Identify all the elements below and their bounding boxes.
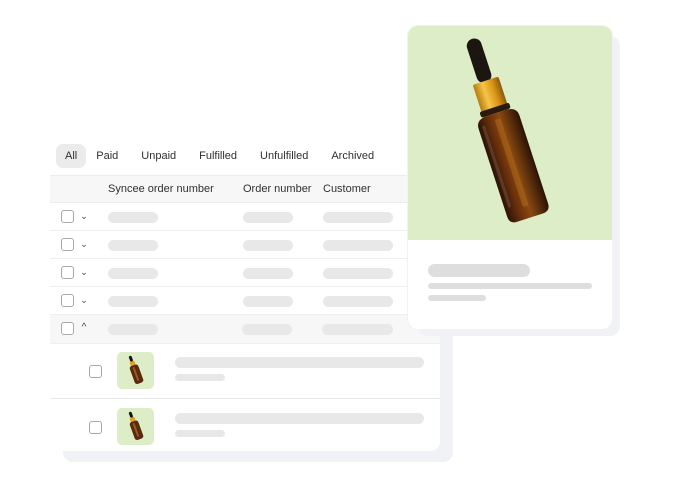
skeleton-syncee-order-number [108,240,158,251]
skeleton-syncee-order-number [108,324,158,335]
skeleton-product-title [175,413,424,424]
line-item-checkbox[interactable] [89,365,102,378]
skeleton-customer [322,324,393,335]
skeleton-order-number [243,296,293,307]
row-checkbox[interactable] [61,294,74,307]
tab-unpaid[interactable]: Unpaid [132,144,185,168]
line-item-row[interactable] [50,344,440,399]
skeleton-customer [323,212,393,223]
table-header: Syncee order number Order number Custome… [50,175,440,203]
skeleton-product-meta [175,430,225,437]
skeleton-order-number [242,324,292,335]
row-checkbox[interactable] [61,210,74,223]
table-row[interactable]: ⌄ [50,259,440,287]
table-row[interactable]: ⌄ [50,231,440,259]
tab-all[interactable]: All [56,144,87,168]
dropper-bottle-illustration [466,38,549,223]
product-thumbnail [117,408,154,445]
skeleton-order-number [243,240,293,251]
table-row[interactable]: ⌄ [50,287,440,315]
orders-table-card: All Paid Unpaid Fulfilled Unfulfilled Ar… [50,138,440,451]
product-image [408,26,612,240]
skeleton-product-name [428,264,530,277]
product-card[interactable] [408,26,612,329]
row-checkbox[interactable] [61,266,74,279]
line-item-row[interactable] [50,400,440,451]
column-header-customer[interactable]: Customer [323,183,371,195]
column-header-syncee-order-number[interactable]: Syncee order number [108,183,214,195]
table-row[interactable]: ⌄ [50,203,440,231]
skeleton-product-price [428,295,486,301]
skeleton-product-title [175,357,424,368]
skeleton-order-number [243,268,293,279]
skeleton-customer [323,240,393,251]
chevron-up-icon[interactable]: ^ [79,322,89,334]
serum-bottle-icon [128,355,144,384]
tab-paid[interactable]: Paid [91,144,127,168]
table-row-expanded[interactable]: ^ [50,315,440,344]
chevron-down-icon[interactable]: ⌄ [79,266,89,278]
row-checkbox[interactable] [61,322,74,335]
skeleton-syncee-order-number [108,212,158,223]
skeleton-syncee-order-number [108,268,158,279]
order-filter-tabs: All Paid Unpaid Fulfilled Unfulfilled Ar… [56,144,388,168]
tab-archived[interactable]: Archived [322,144,383,168]
tab-fulfilled[interactable]: Fulfilled [190,144,246,168]
chevron-down-icon[interactable]: ⌄ [79,210,89,222]
skeleton-syncee-order-number [108,296,158,307]
serum-bottle-icon [128,411,144,440]
chevron-down-icon[interactable]: ⌄ [79,238,89,250]
product-thumbnail [117,352,154,389]
skeleton-order-number [243,212,293,223]
row-checkbox[interactable] [61,238,74,251]
skeleton-customer [323,268,393,279]
column-header-order-number[interactable]: Order number [243,183,311,195]
line-item-checkbox[interactable] [89,421,102,434]
chevron-down-icon[interactable]: ⌄ [79,294,89,306]
skeleton-product-meta [175,374,225,381]
skeleton-customer [323,296,393,307]
skeleton-product-description [428,283,592,289]
tab-unfulfilled[interactable]: Unfulfilled [251,144,317,168]
